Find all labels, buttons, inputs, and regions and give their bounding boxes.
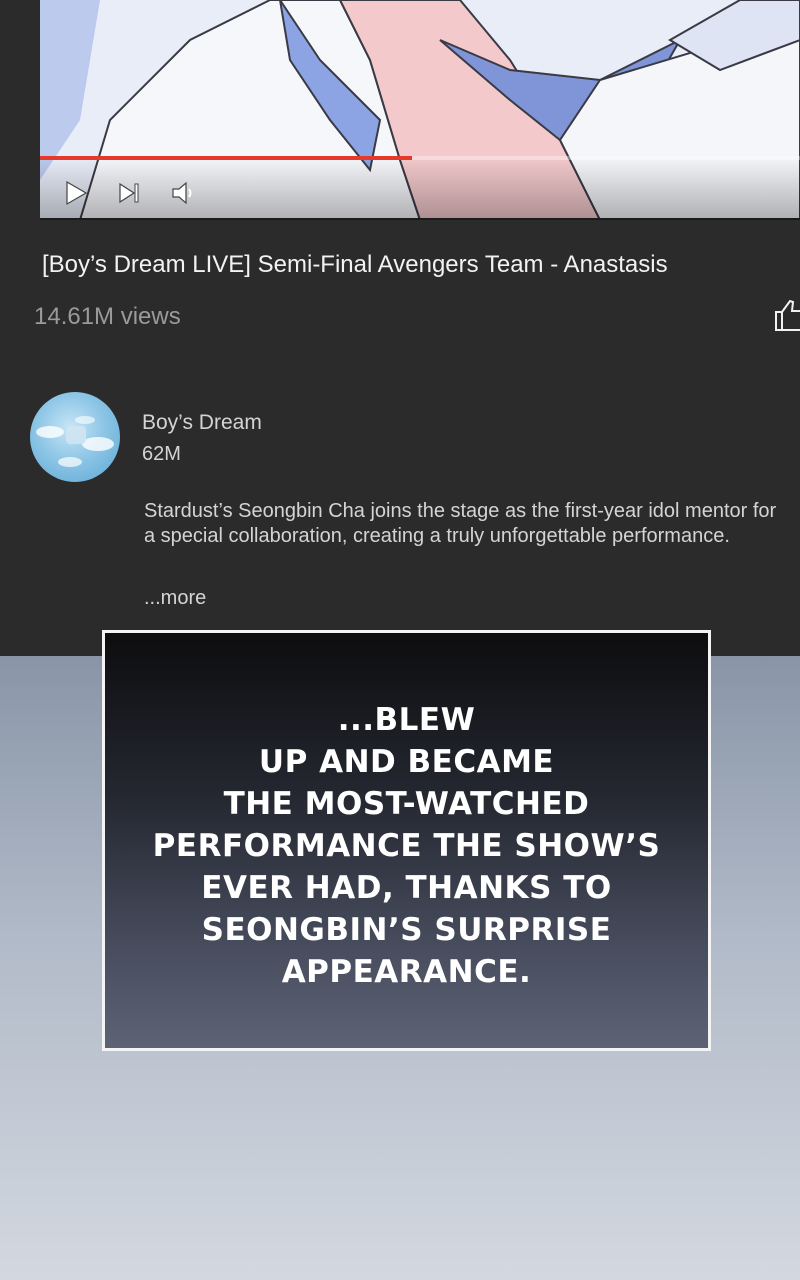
video-title: [Boy’s Dream LIVE] Semi-Final Avengers T… <box>42 251 668 278</box>
video-player[interactable] <box>40 0 800 220</box>
avatar-image <box>36 416 114 467</box>
video-panel: [Boy’s Dream LIVE] Semi-Final Avengers T… <box>0 0 800 656</box>
narration-line: appearance. <box>281 954 532 990</box>
narration-line: the most-watched <box>223 786 590 822</box>
narration-line: up and became <box>258 744 555 780</box>
narration-line: Seongbin’s surprise <box>201 912 612 948</box>
video-description: Stardust’s Seongbin Cha joins the stage … <box>144 500 777 547</box>
more-link[interactable]: ...more <box>144 585 206 611</box>
channel-avatar[interactable] <box>30 392 120 482</box>
narration-text: ...Blew up and became the most-watched p… <box>127 699 687 993</box>
thumbs-up-icon <box>775 299 800 331</box>
channel-name[interactable]: Boy’s Dream <box>142 410 262 436</box>
narration-line: performance the show’s <box>152 828 661 864</box>
play-icon <box>66 180 88 206</box>
subscriber-count: 62M <box>142 443 181 465</box>
player-controls <box>40 156 800 218</box>
volume-icon <box>172 181 192 205</box>
narration-line: ...Blew <box>337 702 476 738</box>
progress-fill <box>40 156 413 160</box>
like-button[interactable] <box>774 298 800 332</box>
volume-button[interactable] <box>168 178 198 208</box>
skip-next-button[interactable] <box>114 178 144 208</box>
progress-bar[interactable] <box>40 156 800 160</box>
narration-box: ...Blew up and became the most-watched p… <box>102 630 711 1051</box>
skip-next-icon <box>119 182 139 204</box>
narration-line: ever had, thanks to <box>201 870 612 906</box>
view-count: 14.61M views <box>34 303 181 330</box>
play-button[interactable] <box>60 178 90 208</box>
